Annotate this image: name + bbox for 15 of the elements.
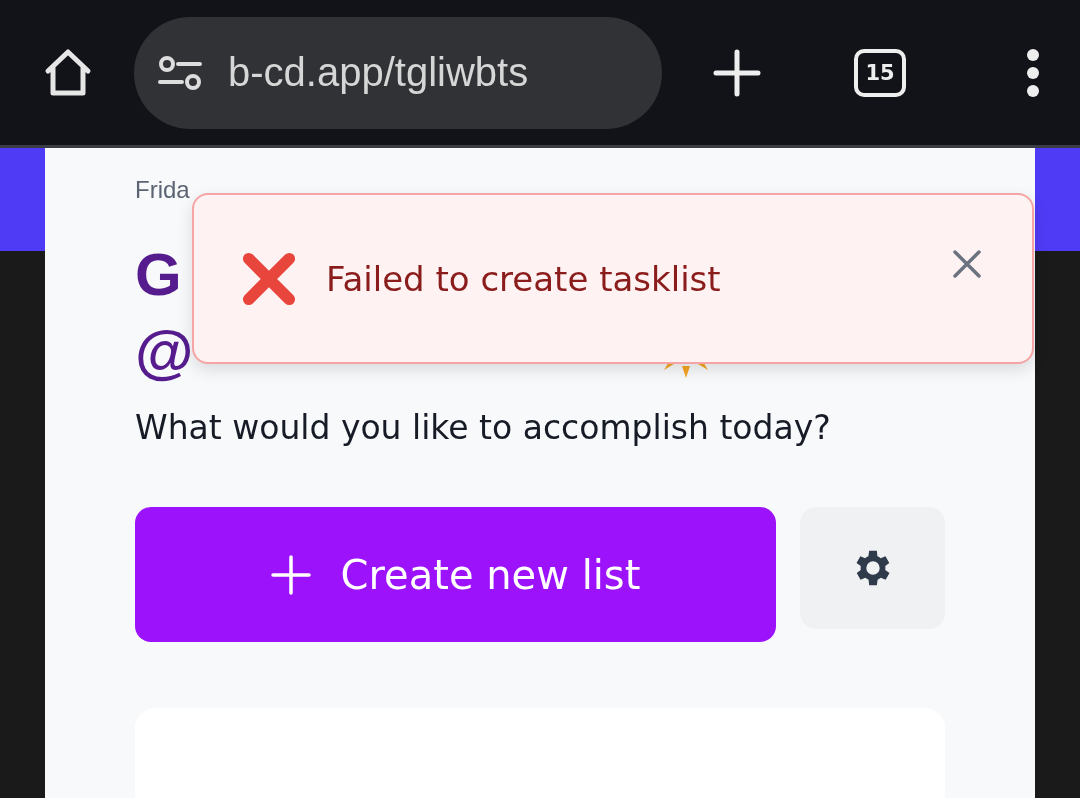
greeting: G xyxy=(135,240,182,309)
site-settings-icon[interactable] xyxy=(158,54,202,91)
new-tab-icon[interactable] xyxy=(712,47,762,98)
date-time: Frida xyxy=(135,176,191,204)
plus-icon xyxy=(270,554,311,595)
address-bar[interactable]: b-cd.app/tgliwbts xyxy=(134,16,662,129)
settings-button[interactable] xyxy=(800,507,945,629)
menu-icon[interactable] xyxy=(1026,47,1040,98)
subtitle: What would you like to accomplish today? xyxy=(135,408,832,447)
username: @ xyxy=(135,317,194,386)
toast-message: Failed to create tasklist xyxy=(326,258,721,299)
tab-count[interactable]: 15 xyxy=(854,48,906,97)
create-list-button[interactable]: Create new list xyxy=(135,507,776,642)
url-text: b-cd.app/tgliwbts xyxy=(228,50,529,95)
close-icon[interactable] xyxy=(952,249,982,279)
